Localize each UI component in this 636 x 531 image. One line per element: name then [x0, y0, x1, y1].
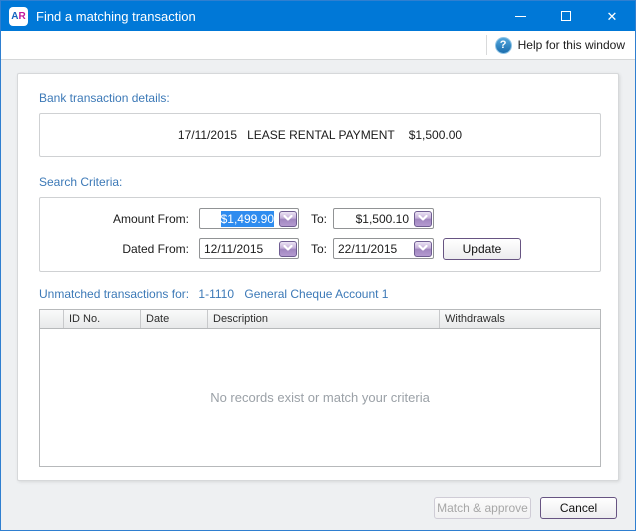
search-criteria-box: Amount From: $1,499.90 To: $1,500.10 Dat… — [39, 197, 601, 272]
amount-to-value: $1,500.10 — [355, 211, 409, 226]
toolbar: ? Help for this window — [1, 31, 635, 60]
bank-transaction-summary: 17/11/2015 LEASE RENTAL PAYMENT $1,500.0… — [39, 113, 601, 157]
help-link[interactable]: ? Help for this window — [494, 36, 625, 54]
amount-from-value: $1,499.90 — [220, 210, 274, 227]
bank-details-heading: Bank transaction details: — [39, 91, 170, 105]
dated-from-label: Dated From: — [122, 242, 189, 256]
dated-from-value: 12/11/2015 — [204, 241, 264, 256]
cancel-button[interactable]: Cancel — [540, 497, 617, 519]
update-button[interactable]: Update — [443, 238, 521, 260]
close-button[interactable]: ✕ — [589, 1, 635, 31]
help-icon: ? — [494, 36, 512, 54]
unmatched-heading-label: Unmatched transactions for: — [39, 287, 190, 301]
amount-from-field[interactable]: $1,499.90 — [199, 208, 299, 229]
chevron-down-icon — [283, 215, 293, 221]
dated-to-calendar-button[interactable] — [414, 240, 432, 257]
account-name: General Cheque Account 1 — [244, 287, 389, 301]
app-logo-letter-a: A — [11, 10, 19, 22]
search-criteria-heading: Search Criteria: — [39, 175, 123, 189]
dated-from-field[interactable]: 12/11/2015 — [199, 238, 299, 259]
maximize-icon — [561, 11, 571, 21]
dated-to-value: 22/11/2015 — [338, 241, 398, 256]
find-matching-transaction-dialog: AR Find a matching transaction ✕ ? Help … — [0, 0, 636, 531]
unmatched-transactions-table: ID No. Date Description Withdrawals No r… — [39, 309, 601, 467]
close-icon: ✕ — [606, 8, 618, 24]
window-title: Find a matching transaction — [36, 8, 196, 24]
app-logo-letter-r: R — [18, 10, 26, 22]
dated-to-label: To: — [311, 242, 328, 256]
bank-transaction-date: 17/11/2015 — [177, 128, 238, 142]
titlebar: AR Find a matching transaction ✕ — [1, 1, 635, 31]
amount-to-field[interactable]: $1,500.10 — [333, 208, 434, 229]
minimize-icon — [514, 15, 526, 17]
empty-table-message: No records exist or match your criteria — [210, 390, 430, 405]
column-header-select — [40, 310, 64, 328]
chevron-down-icon — [418, 245, 428, 251]
toolbar-divider — [485, 35, 487, 55]
chevron-down-icon — [418, 215, 428, 221]
table-header-row: ID No. Date Description Withdrawals — [40, 310, 600, 329]
dated-to-field[interactable]: 22/11/2015 — [333, 238, 434, 259]
column-header-date[interactable]: Date — [141, 310, 208, 328]
amount-from-dropdown-button[interactable] — [279, 210, 297, 227]
amount-from-label: Amount From: — [112, 212, 189, 226]
maximize-button[interactable] — [543, 1, 589, 31]
app-logo-icon: AR — [9, 6, 28, 26]
column-header-id-no[interactable]: ID No. — [64, 310, 141, 328]
dated-from-calendar-button[interactable] — [279, 240, 297, 257]
minimize-button[interactable] — [497, 1, 543, 31]
account-number: 1-1110 — [198, 287, 235, 301]
table-body: No records exist or match your criteria — [40, 329, 600, 466]
bank-transaction-amount: $1,500.00 — [408, 128, 463, 142]
amount-to-label: To: — [311, 212, 328, 226]
main-panel: Bank transaction details: 17/11/2015 LEA… — [17, 73, 619, 481]
column-header-withdrawals[interactable]: Withdrawals — [440, 310, 600, 328]
match-approve-button[interactable]: Match & approve — [434, 497, 531, 519]
unmatched-heading: Unmatched transactions for: 1-1110 Gener… — [39, 287, 388, 301]
help-link-label: Help for this window — [517, 38, 625, 52]
chevron-down-icon — [283, 245, 293, 251]
bank-transaction-description: LEASE RENTAL PAYMENT — [247, 128, 395, 142]
amount-to-dropdown-button[interactable] — [414, 210, 432, 227]
column-header-description[interactable]: Description — [208, 310, 440, 328]
